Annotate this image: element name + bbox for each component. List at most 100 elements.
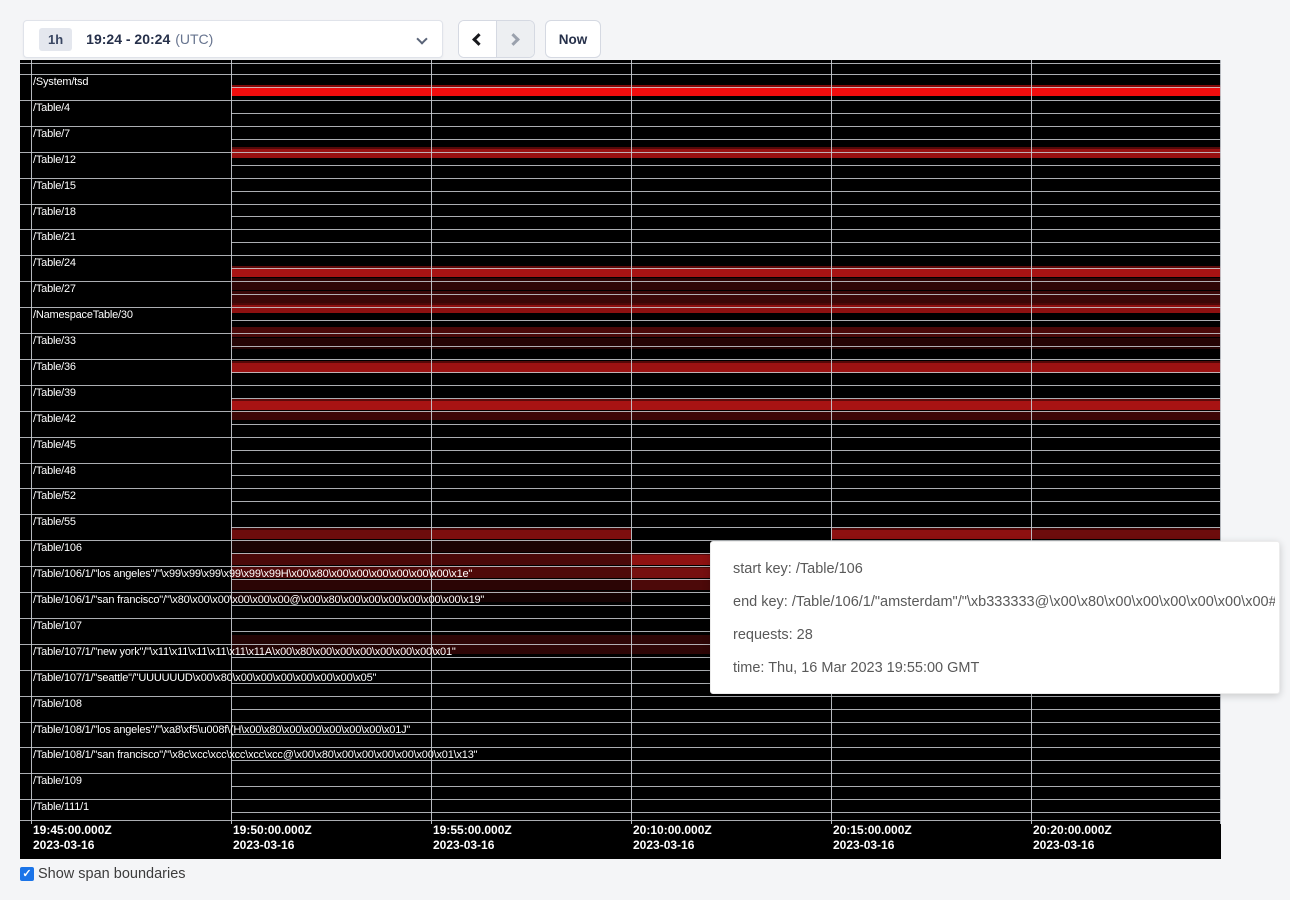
heat-band[interactable] [231, 411, 1221, 420]
row-label: /Table/21 [33, 231, 76, 244]
span-boundary-line [231, 87, 1220, 88]
span-boundary-line [20, 307, 1221, 308]
row-label: /Table/42 [33, 413, 76, 426]
heat-band[interactable] [231, 399, 1221, 410]
chevron-left-icon [472, 33, 485, 46]
row-label: /Table/107 [33, 620, 82, 633]
axis-date: 2023-03-16 [1033, 838, 1112, 853]
span-boundary-line [231, 139, 1220, 140]
row-label: /Table/52 [33, 490, 76, 503]
span-boundary-line [231, 320, 1220, 321]
row-label: /NamespaceTable/30 [33, 309, 133, 322]
span-boundary-line [231, 812, 1220, 813]
heat-band[interactable] [1031, 528, 1220, 539]
span-boundary-line [20, 204, 1221, 205]
tooltip-start-key: start key: /Table/106 [733, 553, 1275, 586]
row-label: /Table/45 [33, 439, 76, 452]
row-label: /Table/24 [33, 257, 76, 270]
timezone-label: (UTC) [175, 31, 213, 47]
span-boundary-line [20, 463, 1221, 464]
time-gridline [31, 60, 32, 824]
heat-band[interactable] [831, 528, 1031, 539]
span-boundary-line [231, 268, 1220, 269]
row-label: /Table/15 [33, 180, 76, 193]
row-label: /Table/107/1/"new york"/"\x11\x11\x11\x1… [33, 646, 456, 659]
axis-date: 2023-03-16 [33, 838, 112, 853]
span-boundary-line [231, 191, 1220, 192]
span-boundary-line [231, 709, 1220, 710]
row-label: /Table/27 [33, 283, 76, 296]
span-boundary-line [231, 501, 1220, 502]
heat-band[interactable] [231, 528, 431, 539]
row-label: /Table/107/1/"seattle"/"UUUUUUD\x00\x80\… [33, 672, 376, 685]
span-boundaries-checkbox[interactable]: ✓ Show span boundaries [20, 866, 186, 882]
span-boundary-line [231, 216, 1220, 217]
span-boundary-line [20, 152, 1221, 153]
axis-time: 20:10:00.000Z [633, 823, 712, 838]
row-label: /Table/106 [33, 542, 82, 555]
span-boundary-line [20, 255, 1221, 256]
row-label: /Table/12 [33, 154, 76, 167]
heat-band[interactable] [231, 338, 1221, 349]
time-nav-group [458, 20, 535, 58]
heat-band[interactable] [231, 291, 1221, 303]
span-boundary-line [231, 346, 1220, 347]
row-label: /Table/48 [33, 465, 76, 478]
chevron-down-icon [416, 33, 427, 44]
prev-time-button[interactable] [459, 21, 497, 57]
time-range-selector[interactable]: 1h 19:24 - 20:24 (UTC) [23, 20, 443, 58]
span-boundary-line [20, 514, 1221, 515]
span-boundary-line [231, 372, 1220, 373]
row-label: /Table/111/1 [33, 801, 89, 814]
x-axis-label: 20:15:00.000Z2023-03-16 [833, 823, 912, 853]
x-axis-label: 20:10:00.000Z2023-03-16 [633, 823, 712, 853]
checkbox-checked-icon[interactable]: ✓ [20, 867, 34, 881]
span-boundary-line [20, 747, 1221, 748]
axis-time: 20:20:00.000Z [1033, 823, 1112, 838]
row-label: /Table/109 [33, 775, 82, 788]
span-boundary-line [231, 113, 1220, 114]
span-boundary-line [231, 475, 1220, 476]
chevron-right-icon [507, 33, 520, 46]
heatmap-canvas[interactable]: /System/tsd/Table/4/Table/7/Table/12/Tab… [20, 60, 1221, 859]
axis-date: 2023-03-16 [633, 838, 712, 853]
row-label: /Table/18 [33, 206, 76, 219]
span-boundary-line [231, 294, 1220, 295]
row-label: /System/tsd [33, 76, 88, 89]
heat-band[interactable] [431, 528, 631, 539]
x-axis-label: 20:20:00.000Z2023-03-16 [1033, 823, 1112, 853]
row-label: /Table/4 [33, 102, 70, 115]
span-boundary-line [20, 488, 1221, 489]
span-boundary-line [20, 63, 1221, 64]
heat-band[interactable] [231, 327, 1221, 337]
span-boundary-line [20, 722, 1221, 723]
row-label: /Table/108/1/"san francisco"/"\x8c\xcc\x… [33, 749, 477, 762]
span-boundary-line [20, 799, 1221, 800]
axis-time: 20:15:00.000Z [833, 823, 912, 838]
span-boundary-line [20, 385, 1221, 386]
span-boundary-line [231, 165, 1220, 166]
time-gridline [431, 60, 432, 824]
row-label: /Table/108 [33, 698, 82, 711]
time-gridline [1031, 60, 1032, 824]
row-label: /Table/108/1/"los angeles"/"\xa8\xf5\u00… [33, 724, 410, 737]
row-label: /Table/106/1/"san francisco"/"\x80\x00\x… [33, 594, 484, 607]
span-boundary-line [231, 527, 1220, 528]
now-button[interactable]: Now [545, 20, 601, 58]
next-time-button[interactable] [497, 21, 535, 57]
heat-band[interactable] [231, 278, 1221, 290]
x-axis-label: 19:45:00.000Z2023-03-16 [33, 823, 112, 853]
axis-date: 2023-03-16 [833, 838, 912, 853]
span-boundary-line [20, 126, 1221, 127]
x-axis-label: 19:50:00.000Z2023-03-16 [233, 823, 312, 853]
x-axis-label: 19:55:00.000Z2023-03-16 [433, 823, 512, 853]
checkbox-label[interactable]: Show span boundaries [38, 866, 186, 882]
span-boundary-line [20, 100, 1221, 101]
time-gridline [631, 60, 632, 824]
row-label: /Table/39 [33, 387, 76, 400]
row-label: /Table/36 [33, 361, 76, 374]
span-boundary-line [20, 229, 1221, 230]
tooltip-time: time: Thu, 16 Mar 2023 19:55:00 GMT [733, 652, 1275, 685]
span-boundary-line [231, 242, 1220, 243]
heatmap-tooltip: start key: /Table/106 end key: /Table/10… [710, 541, 1280, 694]
